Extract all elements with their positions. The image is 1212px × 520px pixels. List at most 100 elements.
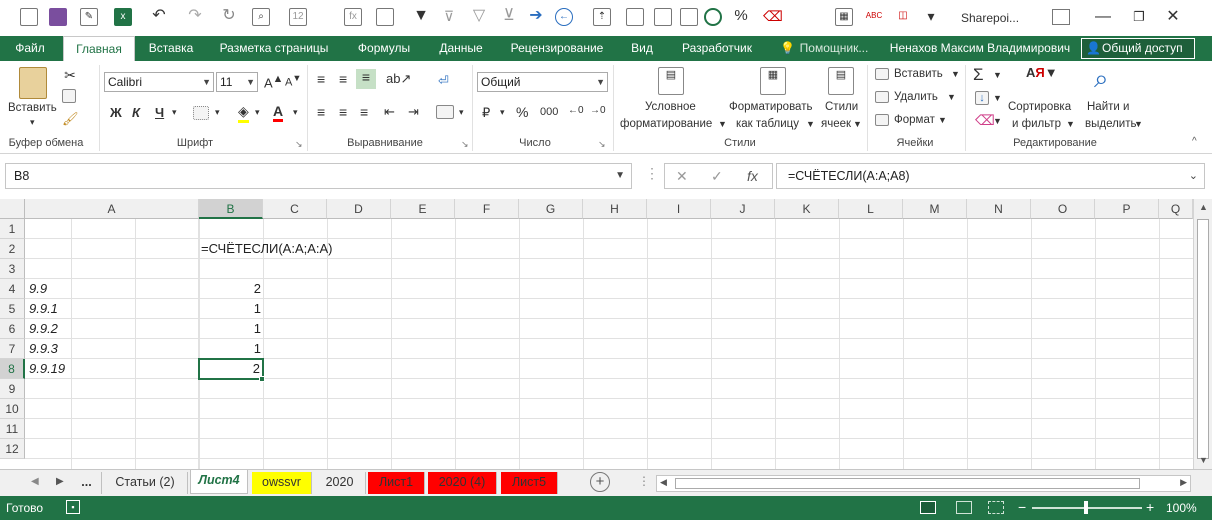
cell-b5[interactable]: 1 <box>199 299 263 319</box>
column-header[interactable]: M <box>903 199 967 219</box>
find-select-icon[interactable]: ⌕ <box>1094 63 1109 95</box>
fill-handle[interactable] <box>259 376 265 382</box>
undo-icon[interactable]: ↶ <box>150 8 168 26</box>
column-header[interactable]: N <box>967 199 1031 219</box>
column-header[interactable]: B <box>199 199 263 219</box>
format-cells-label[interactable]: Формат <box>894 114 935 126</box>
circle-icon[interactable] <box>704 8 722 26</box>
comma-button[interactable]: 000 <box>540 106 558 118</box>
alignment-launcher-icon[interactable]: ↘ <box>461 139 469 150</box>
normal-view-icon[interactable] <box>920 501 936 514</box>
column-header[interactable]: L <box>839 199 903 219</box>
filter-icon[interactable]: ▼ <box>412 8 430 26</box>
scroll-up-icon[interactable]: ▲ <box>1199 202 1208 212</box>
insert-cells-label[interactable]: Вставить <box>894 68 943 80</box>
sort-filter-label2[interactable]: и фильтр <box>1012 118 1061 130</box>
merge-dropdown-icon[interactable]: ▾ <box>459 107 464 118</box>
font-color-dropdown-icon[interactable]: ▾ <box>293 107 298 118</box>
prev-sheet-icon[interactable]: ◀ <box>31 476 39 487</box>
autosum-icon[interactable]: Σ <box>973 65 984 85</box>
tab-home[interactable]: Главная <box>63 36 135 62</box>
find-select-label[interactable]: Найти и <box>1087 101 1129 113</box>
tab-developer[interactable]: Разработчик <box>670 36 764 61</box>
sheet-tab[interactable]: Статьи (2) <box>103 472 188 494</box>
cell-b8-selected[interactable]: 2 <box>198 358 264 380</box>
tab-view[interactable]: Вид <box>622 36 662 61</box>
number-format-combo[interactable]: Общий ▼ <box>477 72 608 92</box>
fill-color-icon[interactable]: ◈ <box>238 103 249 123</box>
sort-filter-icon[interactable]: АЯ▼ <box>1026 65 1058 80</box>
font-name-combo[interactable]: Calibri ▼ <box>104 72 214 92</box>
format-as-table-icon[interactable]: ▦ <box>760 67 786 95</box>
fill-dropdown-icon[interactable]: ▾ <box>255 107 260 118</box>
italic-button[interactable]: К <box>132 105 140 120</box>
column-header[interactable]: H <box>583 199 647 219</box>
align-right-icon[interactable]: ≡ <box>360 104 368 120</box>
chevron-down-icon[interactable]: ⌄ <box>1189 164 1198 188</box>
add-sheet-icon[interactable]: + <box>590 472 610 492</box>
align-center-icon[interactable]: ≡ <box>339 104 347 120</box>
font-color-icon[interactable]: A <box>273 103 284 122</box>
sort-filter-label[interactable]: Сортировка <box>1008 101 1071 113</box>
cell-b7[interactable]: 1 <box>199 339 263 359</box>
excel-icon[interactable]: x <box>114 8 132 26</box>
column-header[interactable]: F <box>455 199 519 219</box>
close-icon[interactable]: ✕ <box>1162 6 1184 28</box>
row-header[interactable]: 3 <box>0 259 25 279</box>
wrap-text-icon[interactable]: ⏎ <box>438 73 449 89</box>
column-header[interactable]: K <box>775 199 839 219</box>
function-icon[interactable]: fx <box>344 8 362 26</box>
column-header[interactable]: Q <box>1159 199 1193 219</box>
spelling-icon[interactable]: ABC <box>865 8 883 26</box>
row-header[interactable]: 5 <box>0 299 25 319</box>
grid-icon[interactable] <box>626 8 644 26</box>
font-size-combo[interactable]: 11 ▼ <box>216 72 258 92</box>
table-icon[interactable] <box>680 8 698 26</box>
worksheet-grid[interactable]: A B C D E F G H I J K L M N O P Q 1 2 3 … <box>0 199 1212 469</box>
font-launcher-icon[interactable]: ↘ <box>295 139 303 150</box>
increase-indent-icon[interactable]: ⇥ <box>408 104 419 120</box>
percent-button[interactable]: % <box>516 104 528 120</box>
next-sheet-icon[interactable]: ▶ <box>56 476 64 487</box>
underline-button[interactable]: Ч <box>155 105 164 120</box>
align-left-icon[interactable]: ≡ <box>317 104 325 120</box>
conditional-format-label[interactable]: Условное <box>645 101 696 113</box>
column-header[interactable]: P <box>1095 199 1159 219</box>
decrease-decimal-icon[interactable]: →0 <box>590 105 606 116</box>
minimize-icon[interactable]: — <box>1092 6 1114 28</box>
orientation-icon[interactable]: ab↗ <box>386 71 411 87</box>
sheet-tab-red[interactable]: Лист1 <box>368 472 425 494</box>
row-header[interactable]: 1 <box>0 219 25 239</box>
borders-icon[interactable] <box>193 106 209 120</box>
column-header[interactable]: C <box>263 199 327 219</box>
maximize-icon[interactable]: ❐ <box>1128 6 1150 28</box>
format-painter-icon[interactable]: 🖌 <box>62 111 79 126</box>
column-header[interactable]: I <box>647 199 711 219</box>
cell-a8[interactable]: 9.9.19 <box>25 359 199 379</box>
reapply-icon[interactable]: ▽ <box>470 8 488 26</box>
row-header[interactable]: 6 <box>0 319 25 339</box>
clear-icon[interactable]: ⌫ <box>975 112 995 129</box>
zoom-level[interactable]: 100% <box>1166 501 1197 515</box>
row-header[interactable]: 9 <box>0 379 25 399</box>
sheet-tab-yellow[interactable]: owssvr <box>252 472 312 494</box>
row-header[interactable]: 8 <box>0 359 25 379</box>
increase-decimal-icon[interactable]: ←0 <box>568 105 584 116</box>
horizontal-scrollbar[interactable]: ◀ ▶ <box>656 475 1191 492</box>
calc-icon[interactable] <box>654 8 672 26</box>
conditional-format-icon[interactable]: ▤ <box>658 67 684 95</box>
paste-dropdown-icon[interactable]: ▾ <box>30 117 35 128</box>
select-all-corner[interactable] <box>0 199 25 219</box>
column-header[interactable]: D <box>327 199 391 219</box>
number-launcher-icon[interactable]: ↘ <box>598 139 606 150</box>
scroll-down-icon[interactable]: ▼ <box>1199 455 1208 465</box>
cell-styles-label2[interactable]: ячеек <box>821 118 851 130</box>
row-header[interactable]: 12 <box>0 439 25 459</box>
macro-record-icon[interactable]: ▪ <box>66 500 80 514</box>
find-select-label2[interactable]: выделить <box>1085 118 1137 130</box>
format-cells-icon[interactable] <box>875 114 889 126</box>
decrease-indent-icon[interactable]: ⇤ <box>384 104 395 120</box>
sheet-tab-more[interactable]: ... <box>72 472 102 494</box>
delete-cells-label[interactable]: Удалить <box>894 91 938 103</box>
fill-icon[interactable]: ↓ <box>975 91 989 105</box>
